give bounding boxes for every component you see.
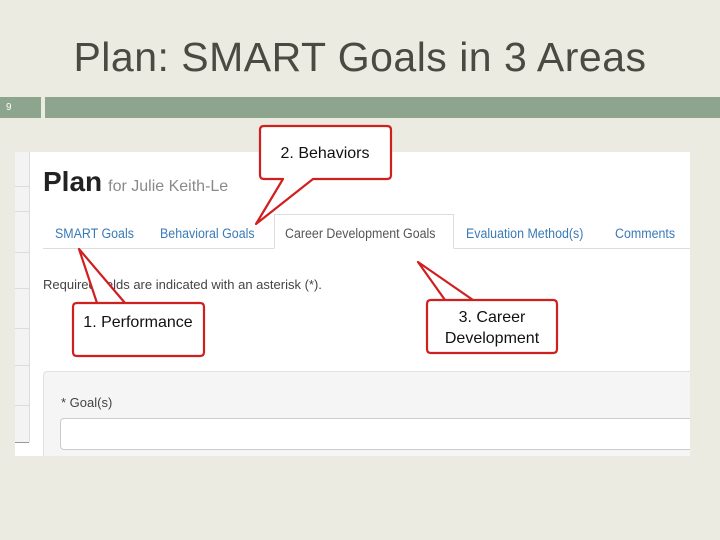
callout-shapes xyxy=(71,124,559,358)
callout-performance: 1. Performance xyxy=(83,314,193,331)
callout-behaviors-shape xyxy=(254,124,393,226)
callout-performance-shape xyxy=(71,247,206,358)
callout-behaviors: 2. Behaviors xyxy=(280,145,370,162)
callout-career: 3. Career Development xyxy=(444,309,540,347)
